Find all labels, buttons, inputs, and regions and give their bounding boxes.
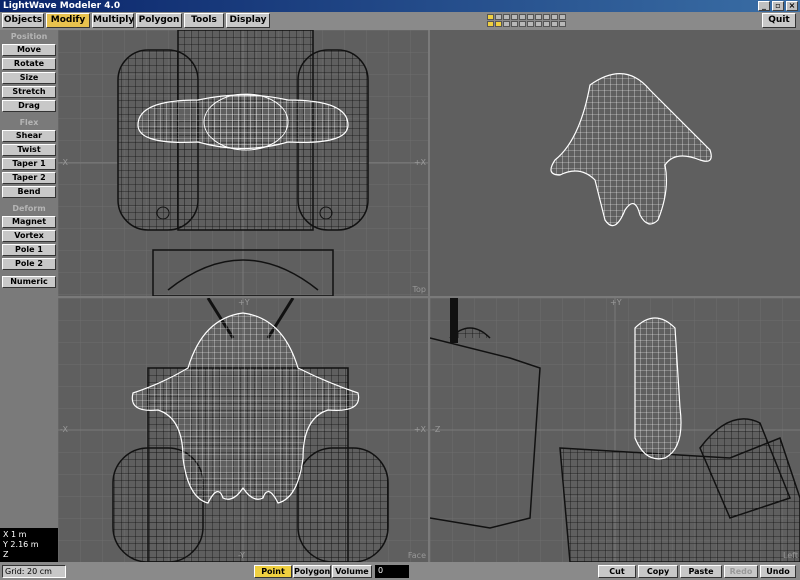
undo-button[interactable]: Undo bbox=[760, 565, 796, 578]
twist-button[interactable]: Twist bbox=[2, 144, 56, 156]
group-label-flex: Flex bbox=[19, 118, 39, 127]
layer-button-12[interactable] bbox=[495, 21, 502, 27]
magnet-button[interactable]: Magnet bbox=[2, 216, 56, 228]
layer-button-9[interactable] bbox=[551, 14, 558, 20]
layer-button-18[interactable] bbox=[543, 21, 550, 27]
layer-buttons[interactable] bbox=[487, 14, 566, 27]
volume-mode-button[interactable]: Volume bbox=[332, 565, 372, 578]
pole1-button[interactable]: Pole 1 bbox=[2, 244, 56, 256]
layer-button-3[interactable] bbox=[503, 14, 510, 20]
coord-x: X 1 m bbox=[3, 530, 27, 539]
numeric-button[interactable]: Numeric bbox=[2, 276, 56, 288]
bend-button[interactable]: Bend bbox=[2, 186, 56, 198]
redo-button[interactable]: Redo bbox=[724, 565, 758, 578]
window-titlebar: LightWave Modeler 4.0 _ ▫ × bbox=[0, 0, 800, 12]
paste-button[interactable]: Paste bbox=[680, 565, 722, 578]
viewport-left[interactable]: +Y -Z Left bbox=[430, 298, 800, 562]
tab-display[interactable]: Display bbox=[226, 13, 270, 28]
viewport-perspective[interactable] bbox=[430, 30, 800, 296]
taper2-button[interactable]: Taper 2 bbox=[2, 172, 56, 184]
layer-button-10[interactable] bbox=[559, 14, 566, 20]
shear-button[interactable]: Shear bbox=[2, 130, 56, 142]
tab-bar: Objects Modify Multiply Polygon Tools Di… bbox=[0, 12, 800, 30]
layer-button-1[interactable] bbox=[487, 14, 494, 20]
top-left-axis: -X bbox=[60, 158, 68, 167]
face-bottom-axis: -Y bbox=[238, 551, 245, 560]
layer-button-14[interactable] bbox=[511, 21, 518, 27]
face-top-axis: +Y bbox=[238, 298, 250, 307]
tab-tools[interactable]: Tools bbox=[184, 13, 224, 28]
tab-multiply[interactable]: Multiply bbox=[92, 13, 134, 28]
close-button[interactable]: × bbox=[786, 1, 798, 11]
cut-button[interactable]: Cut bbox=[598, 565, 636, 578]
layer-button-5[interactable] bbox=[519, 14, 526, 20]
coordinate-readout: X 1 m Y 2.16 m Z bbox=[0, 528, 58, 562]
layer-button-4[interactable] bbox=[511, 14, 518, 20]
group-label-deform: Deform bbox=[12, 204, 46, 213]
face-view-name: Face bbox=[407, 551, 426, 560]
viewport-top[interactable]: -X +X Top bbox=[58, 30, 428, 296]
left-top-axis: +Y bbox=[610, 298, 622, 307]
window-title: LightWave Modeler 4.0 bbox=[3, 1, 121, 11]
face-view-wireframe bbox=[58, 298, 428, 562]
layer-button-8[interactable] bbox=[543, 14, 550, 20]
selection-count: 0 bbox=[375, 565, 409, 578]
layer-button-16[interactable] bbox=[527, 21, 534, 27]
tab-objects[interactable]: Objects bbox=[2, 13, 44, 28]
size-button[interactable]: Size bbox=[2, 72, 56, 84]
left-view-name: Left bbox=[782, 551, 798, 560]
top-view-name: Top bbox=[412, 285, 427, 294]
coord-z: Z bbox=[3, 550, 9, 559]
rotate-button[interactable]: Rotate bbox=[2, 58, 56, 70]
vortex-button[interactable]: Vortex bbox=[2, 230, 56, 242]
layer-button-6[interactable] bbox=[527, 14, 534, 20]
face-left-axis: -X bbox=[60, 425, 68, 434]
face-right-axis: +X bbox=[413, 425, 426, 434]
tool-sidebar: Position Move Rotate Size Stretch Drag F… bbox=[0, 30, 58, 528]
restore-button[interactable]: ▫ bbox=[772, 1, 784, 11]
polygon-mode-button[interactable]: Polygon bbox=[293, 565, 331, 578]
copy-button[interactable]: Copy bbox=[638, 565, 678, 578]
layer-button-17[interactable] bbox=[535, 21, 542, 27]
layer-button-2[interactable] bbox=[495, 14, 502, 20]
layer-button-19[interactable] bbox=[551, 21, 558, 27]
status-bar: Grid: 20 cm Point Polygon Volume 0 Cut C… bbox=[0, 562, 800, 580]
tab-polygon[interactable]: Polygon bbox=[136, 13, 182, 28]
minimize-button[interactable]: _ bbox=[758, 1, 770, 11]
viewport-face[interactable]: +Y -X +X -Y Face bbox=[58, 298, 428, 562]
perspective-view-wireframe bbox=[430, 30, 800, 296]
top-right-axis: +X bbox=[413, 158, 426, 167]
left-view-wireframe bbox=[430, 298, 800, 562]
coord-y: Y 2.16 m bbox=[3, 540, 39, 549]
layer-button-15[interactable] bbox=[519, 21, 526, 27]
taper1-button[interactable]: Taper 1 bbox=[2, 158, 56, 170]
layer-button-7[interactable] bbox=[535, 14, 542, 20]
layer-button-13[interactable] bbox=[503, 21, 510, 27]
top-view-wireframe bbox=[58, 30, 428, 296]
point-mode-button[interactable]: Point bbox=[254, 565, 292, 578]
group-label-position: Position bbox=[10, 32, 48, 41]
layer-button-20[interactable] bbox=[559, 21, 566, 27]
quit-button[interactable]: Quit bbox=[762, 13, 796, 28]
drag-button[interactable]: Drag bbox=[2, 100, 56, 112]
grid-size-readout: Grid: 20 cm bbox=[2, 565, 66, 578]
stretch-button[interactable]: Stretch bbox=[2, 86, 56, 98]
pole2-button[interactable]: Pole 2 bbox=[2, 258, 56, 270]
layer-button-11[interactable] bbox=[487, 21, 494, 27]
left-left-axis: -Z bbox=[432, 425, 441, 434]
tab-modify[interactable]: Modify bbox=[46, 13, 90, 28]
move-button[interactable]: Move bbox=[2, 44, 56, 56]
